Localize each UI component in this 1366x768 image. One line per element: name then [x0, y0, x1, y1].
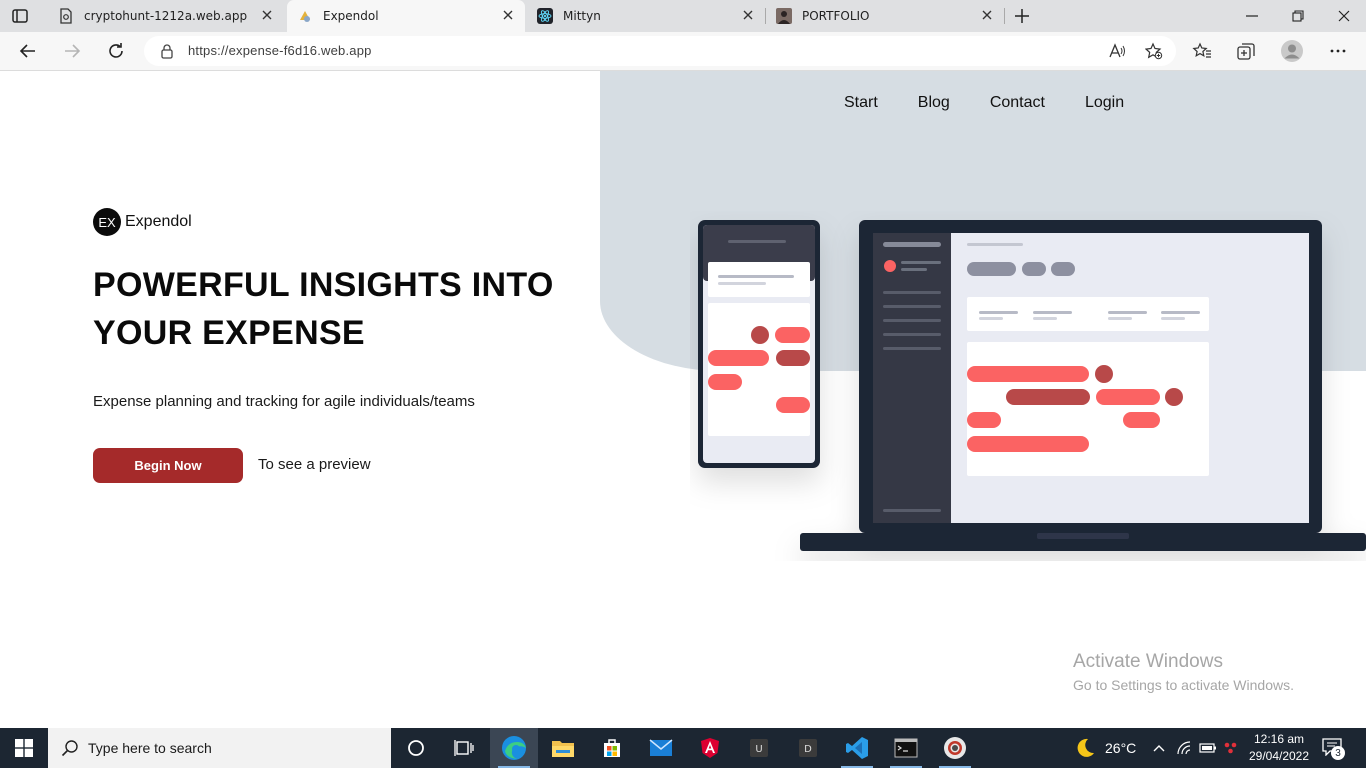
taskbar-clock[interactable]: 12:16 am 29/04/2022 — [1244, 731, 1314, 765]
tab-separator — [1004, 8, 1005, 24]
nav-blog[interactable]: Blog — [918, 94, 950, 112]
close-tab-icon[interactable] — [980, 8, 994, 22]
weather-widget[interactable]: 26°C — [1074, 728, 1136, 768]
url-text[interactable]: https://expense-f6d16.web.app — [188, 43, 372, 58]
store-icon — [604, 739, 620, 757]
close-tab-icon[interactable] — [741, 8, 755, 22]
task-view-icon — [454, 740, 474, 756]
address-bar[interactable]: https://expense-f6d16.web.app — [144, 36, 1176, 66]
preview-link[interactable]: To see a preview — [258, 456, 371, 473]
clock-time: 12:16 am — [1253, 732, 1305, 746]
task-view-button[interactable] — [440, 728, 488, 768]
close-window-icon[interactable] — [1336, 8, 1352, 24]
file-explorer-icon — [552, 741, 574, 757]
weather-temp: 26°C — [1105, 740, 1137, 756]
tab-title: Mittyn — [563, 9, 601, 23]
browser-toolbar: https://expense-f6d16.web.app — [0, 32, 1366, 71]
minimize-icon[interactable] — [1244, 8, 1260, 24]
u-app-icon: U — [750, 739, 768, 757]
expendol-favicon — [300, 11, 310, 22]
tab-title: cryptohunt-1212a.web.app — [84, 9, 248, 23]
favorites-icon[interactable] — [1192, 41, 1212, 61]
more-menu-icon[interactable] — [1328, 41, 1348, 61]
document-icon — [60, 8, 72, 24]
watermark-subtitle: Go to Settings to activate Windows. — [1073, 677, 1294, 693]
cortana-button[interactable] — [392, 728, 440, 768]
read-aloud-icon[interactable] — [1108, 42, 1126, 60]
edge-icon — [502, 736, 526, 760]
tab-expendol[interactable]: Expendol — [287, 0, 525, 32]
tab-portfolio[interactable]: PORTFOLIO — [766, 0, 1004, 32]
terminal-icon — [894, 738, 918, 758]
edge-taskbar-button[interactable] — [490, 728, 538, 768]
windows-logo-icon — [15, 739, 33, 757]
laptop-illustration — [800, 220, 1366, 551]
chevron-up-icon[interactable] — [1152, 742, 1166, 754]
devices-illustration — [698, 220, 1366, 551]
restore-icon[interactable] — [1290, 8, 1306, 24]
phone-illustration — [698, 220, 820, 468]
d-app-button[interactable]: D — [784, 728, 832, 768]
store-button[interactable] — [588, 728, 636, 768]
taskbar-search[interactable]: Type here to search — [48, 728, 391, 768]
svg-text:U: U — [755, 744, 762, 755]
angular-icon — [701, 738, 719, 758]
angular-button[interactable] — [686, 728, 734, 768]
search-icon — [61, 740, 78, 757]
tab-mittyn[interactable]: Mittyn — [527, 0, 765, 32]
add-favorite-icon[interactable] — [1145, 42, 1163, 60]
vscode-icon — [846, 737, 868, 759]
nav-login[interactable]: Login — [1085, 94, 1124, 112]
search-placeholder: Type here to search — [88, 740, 212, 756]
moon-icon — [1077, 738, 1094, 757]
u-app-button[interactable]: U — [735, 728, 783, 768]
chrome-icon — [944, 737, 966, 759]
brand-logo: EX — [93, 208, 121, 236]
clock-date: 29/04/2022 — [1248, 749, 1310, 763]
page-content: Start Blog Contact Login EX Expendol POW… — [0, 71, 1366, 728]
windows-taskbar: Type here to search U D 26°C 12:16 am 29… — [0, 728, 1366, 768]
chrome-button[interactable] — [931, 728, 979, 768]
react-icon — [537, 8, 553, 24]
wifi-icon[interactable] — [1176, 740, 1192, 756]
tab-title: PORTFOLIO — [802, 9, 870, 23]
vscode-button[interactable] — [833, 728, 881, 768]
start-button[interactable] — [0, 728, 48, 768]
begin-now-button[interactable]: Begin Now — [93, 448, 243, 483]
top-navigation: Start Blog Contact Login — [844, 94, 1124, 112]
mail-icon — [649, 739, 673, 756]
cortana-icon — [408, 740, 424, 756]
tab-cryptohunt[interactable]: cryptohunt-1212a.web.app — [48, 0, 284, 32]
svg-text:D: D — [804, 744, 812, 755]
back-icon[interactable] — [18, 41, 38, 61]
activate-windows-watermark: Activate Windows Go to Settings to activ… — [1073, 651, 1294, 693]
file-explorer-button[interactable] — [539, 728, 587, 768]
network-alert-icon[interactable] — [1223, 741, 1239, 755]
brand-name: Expendol — [125, 213, 192, 230]
notification-center-button[interactable]: 3 — [1322, 738, 1348, 760]
close-tab-icon[interactable] — [260, 8, 274, 22]
new-tab-icon[interactable] — [1012, 6, 1032, 26]
close-tab-icon[interactable] — [501, 8, 515, 22]
watermark-title: Activate Windows — [1073, 651, 1223, 672]
collections-icon[interactable] — [1236, 41, 1256, 61]
battery-icon[interactable] — [1199, 742, 1217, 754]
d-app-icon: D — [799, 739, 817, 757]
lock-icon[interactable] — [159, 43, 175, 59]
forward-icon[interactable] — [62, 41, 82, 61]
profile-avatar-icon[interactable] — [1281, 40, 1303, 62]
page-subtitle: Expense planning and tracking for agile … — [93, 393, 475, 410]
notification-count: 3 — [1331, 746, 1345, 760]
tab-actions-icon[interactable] — [10, 6, 30, 26]
nav-contact[interactable]: Contact — [990, 94, 1045, 112]
page-headline: POWERFUL INSIGHTS INTO YOUR EXPENSE — [93, 266, 554, 352]
portrait-icon — [776, 8, 792, 24]
tab-title: Expendol — [323, 9, 379, 23]
brand: EX Expendol — [93, 208, 192, 236]
browser-tab-bar: cryptohunt-1212a.web.app Expendol Mittyn… — [0, 0, 1366, 32]
terminal-button[interactable] — [882, 728, 930, 768]
mail-button[interactable] — [637, 728, 685, 768]
nav-start[interactable]: Start — [844, 94, 878, 112]
refresh-icon[interactable] — [106, 41, 126, 61]
